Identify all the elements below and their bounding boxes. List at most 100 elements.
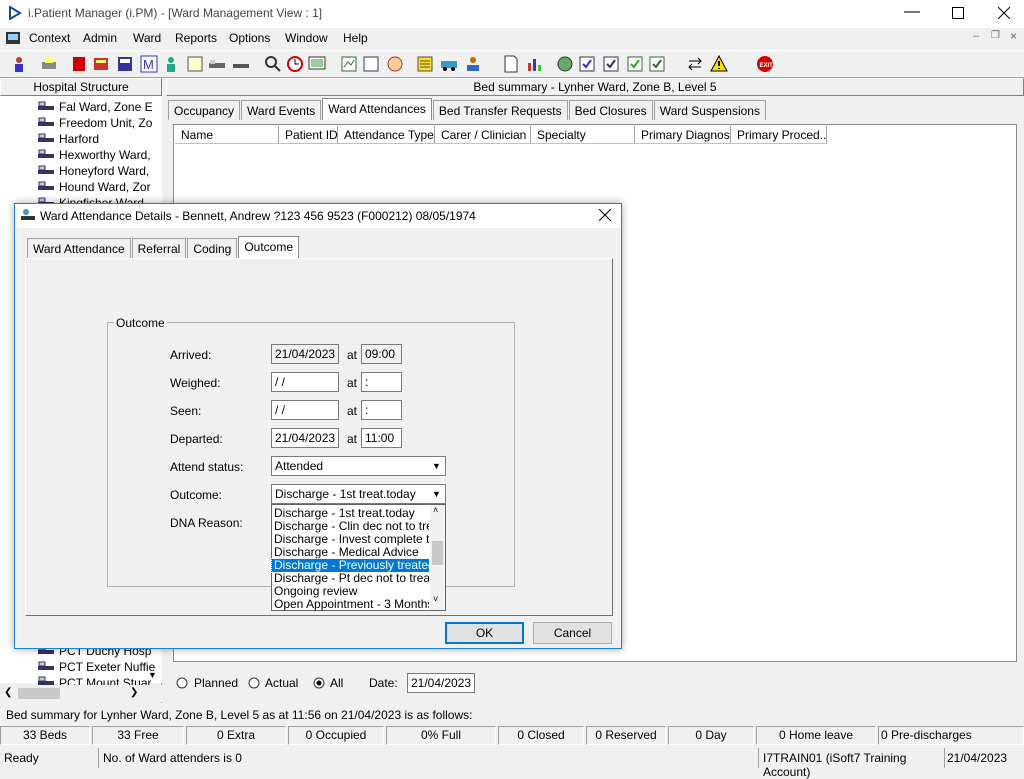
outcome-dropdown-list[interactable]: Discharge - 1st treat.today Discharge - … xyxy=(271,504,446,611)
warning-icon[interactable] xyxy=(708,53,730,75)
weighed-time-field[interactable]: : xyxy=(361,372,402,392)
scroll-thumb[interactable] xyxy=(18,688,60,699)
outcome-option[interactable]: Ongoing review xyxy=(272,585,429,598)
tree-item[interactable]: Hound Ward, Zor xyxy=(37,179,151,195)
departed-time-field[interactable]: 11:00 xyxy=(361,428,402,448)
dropdown-scroll-thumb[interactable] xyxy=(432,541,443,565)
tree-item[interactable]: PCT Exeter Nuffie xyxy=(37,659,155,675)
cancel-button[interactable]: Cancel xyxy=(533,622,612,644)
clock-icon[interactable] xyxy=(284,53,306,75)
filter-actual-radio[interactable]: Actual xyxy=(248,676,298,690)
outcome-option[interactable]: Discharge - Invest complete toda xyxy=(272,533,429,546)
outcome-option[interactable]: Discharge - Medical Advice xyxy=(272,546,429,559)
scroll-down-icon[interactable]: ˅ xyxy=(433,594,438,604)
scroll-up-icon[interactable]: ˄ xyxy=(433,505,438,515)
map-pin-icon[interactable] xyxy=(554,53,576,75)
tree-horizontal-scrollbar[interactable]: ❮ ❯ xyxy=(0,685,162,702)
seen-date-field[interactable]: / / xyxy=(271,400,339,420)
doctor-icon[interactable] xyxy=(160,53,182,75)
green-check-icon[interactable] xyxy=(624,53,646,75)
tab-occupancy[interactable]: Occupancy xyxy=(168,100,241,120)
tab-ward-events[interactable]: Ward Events xyxy=(241,100,322,120)
col-name[interactable]: Name xyxy=(175,126,279,144)
outcome-option[interactable]: Discharge - 1st treat.today xyxy=(272,507,429,520)
check-list-icon[interactable] xyxy=(576,53,598,75)
tab-coding[interactable]: Coding xyxy=(187,238,238,258)
tree-item[interactable]: Fal Ward, Zone E xyxy=(37,99,153,115)
ok-button[interactable]: OK xyxy=(445,622,524,644)
col-specialty[interactable]: Specialty xyxy=(531,126,635,144)
menu-help[interactable]: Help xyxy=(343,31,368,45)
exit-icon[interactable]: EXIT xyxy=(754,53,776,75)
tree-item[interactable]: Harford xyxy=(37,131,99,147)
doc-pen-icon[interactable] xyxy=(360,53,382,75)
close-icon[interactable] xyxy=(990,4,1018,24)
scroll-left-icon[interactable]: ❮ xyxy=(4,687,12,698)
outcome-option[interactable]: Discharge - Clin dec not to treat xyxy=(272,520,429,533)
scroll-down-icon[interactable]: ▼ xyxy=(148,670,157,680)
filter-all-radio[interactable]: All xyxy=(313,676,343,690)
outcome-option-selected[interactable]: Discharge - Previously treated xyxy=(271,558,430,573)
book-stack-icon[interactable] xyxy=(90,53,112,75)
patient-icon[interactable] xyxy=(8,53,30,75)
tab-outcome[interactable]: Outcome xyxy=(238,236,300,258)
outcome-option[interactable]: Open Appointment - 3 Months (A xyxy=(272,598,429,611)
tree-item[interactable]: Honeyford Ward, xyxy=(37,163,149,179)
col-primary-procedure[interactable]: Primary Proced... xyxy=(731,126,827,144)
chart-doc-icon[interactable] xyxy=(338,53,360,75)
tab-bed-transfer-requests[interactable]: Bed Transfer Requests xyxy=(432,100,568,120)
tab-bed-closures[interactable]: Bed Closures xyxy=(568,100,653,120)
document-icon[interactable] xyxy=(500,53,522,75)
m-letter-icon[interactable]: M xyxy=(138,53,160,75)
departed-date-field[interactable]: 21/04/2023 xyxy=(271,428,339,448)
tab-ward-attendances[interactable]: Ward Attendances xyxy=(322,98,432,120)
bed-icon[interactable] xyxy=(206,53,228,75)
outcome-select[interactable]: Discharge - 1st treat.today ▼ xyxy=(271,484,446,504)
notes-icon[interactable] xyxy=(184,53,206,75)
screen-icon[interactable] xyxy=(306,53,328,75)
refresh-check-icon[interactable] xyxy=(646,53,668,75)
tree-item[interactable]: Freedom Unit, Zo xyxy=(37,115,152,131)
attend-status-dropdown-icon[interactable]: ▼ xyxy=(429,458,444,474)
menu-options[interactable]: Options xyxy=(229,31,270,45)
col-carer-clinician[interactable]: Carer / Clinician xyxy=(435,126,531,144)
col-primary-diagnosis[interactable]: Primary Diagnosis xyxy=(635,126,731,144)
bar-chart-icon[interactable] xyxy=(524,53,546,75)
scroll-right-icon[interactable]: ❯ xyxy=(130,687,138,698)
book-list-icon[interactable] xyxy=(114,53,136,75)
mdi-restore-icon[interactable]: ❐ xyxy=(991,30,1000,41)
tab-ward-attendance[interactable]: Ward Attendance xyxy=(27,238,131,258)
search-record-icon[interactable] xyxy=(262,53,284,75)
minimize-icon[interactable]: — xyxy=(898,4,926,24)
attend-status-select[interactable]: Attended ▼ xyxy=(271,456,446,476)
col-patient-id[interactable]: Patient ID xyxy=(279,126,338,144)
mdi-close-icon[interactable]: × xyxy=(1010,29,1017,43)
seen-time-field[interactable]: : xyxy=(361,400,402,420)
mdi-minimize-icon[interactable]: – xyxy=(973,30,979,42)
outcome-dropdown-icon[interactable]: ▼ xyxy=(429,486,444,502)
ward-people-icon[interactable] xyxy=(462,53,484,75)
globe-icon[interactable] xyxy=(384,53,406,75)
filter-planned-radio[interactable]: Planned xyxy=(176,676,238,690)
menu-window[interactable]: Window xyxy=(285,31,328,45)
book-red-icon[interactable] xyxy=(68,53,90,75)
menu-ward[interactable]: Ward xyxy=(133,31,161,45)
check-list-2-icon[interactable] xyxy=(600,53,622,75)
col-attendance-type[interactable]: Attendance Type xyxy=(338,126,435,144)
maximize-icon[interactable] xyxy=(944,4,972,24)
swap-icon[interactable] xyxy=(684,53,706,75)
menu-context[interactable]: Context xyxy=(29,31,70,45)
arrived-date-field[interactable]: 21/04/2023 xyxy=(271,344,339,364)
dialog-close-icon[interactable] xyxy=(598,208,612,224)
tab-referral[interactable]: Referral xyxy=(131,238,187,258)
date-field[interactable]: 21/04/2023 xyxy=(407,673,475,693)
outcome-option[interactable]: Discharge - Pt dec not to treat xyxy=(272,572,429,585)
dropdown-scrollbar[interactable]: ˄ ˅ xyxy=(430,505,445,610)
menu-reports[interactable]: Reports xyxy=(175,31,217,45)
weighed-date-field[interactable]: / / xyxy=(271,372,339,392)
ambulance-icon[interactable] xyxy=(438,53,460,75)
tree-item[interactable]: Hexworthy Ward, xyxy=(37,147,151,163)
arrived-time-field[interactable]: 09:00 xyxy=(361,344,402,364)
printer-icon[interactable] xyxy=(38,53,60,75)
tab-ward-suspensions[interactable]: Ward Suspensions xyxy=(653,100,766,120)
